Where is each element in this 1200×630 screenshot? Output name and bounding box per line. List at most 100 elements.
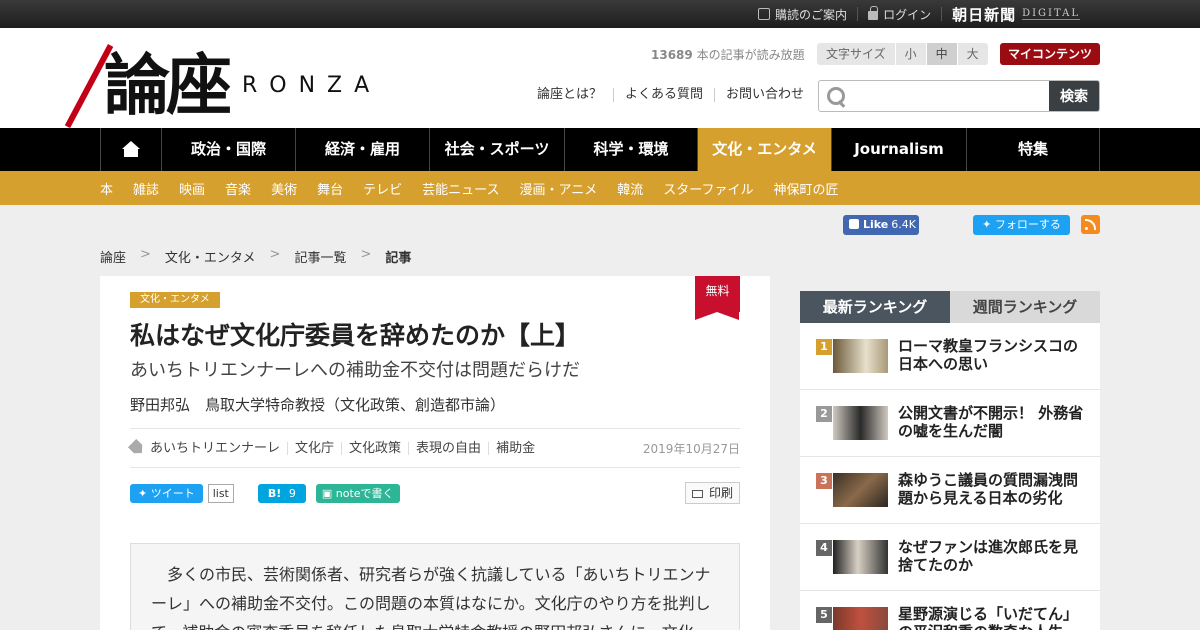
login-link[interactable]: ログイン [858,6,943,22]
tweet-count: list [207,483,234,503]
tag-item[interactable]: 表現の自由 [408,441,488,455]
twitter-follow-button[interactable]: ✦ フォローする [973,215,1070,235]
asahi-digital-logo[interactable]: 朝日新聞 DIGITAL [942,4,1080,25]
breadcrumb-separator: > [360,247,372,262]
ranking-item[interactable]: 4 なぜファンは進次郎氏を見捨てたのか [800,524,1100,591]
subnav-movies[interactable]: 映画 [179,179,205,198]
contact-link[interactable]: お問い合わせ [714,88,815,102]
breadcrumb-category[interactable]: 文化・エンタメ [165,247,256,266]
breadcrumb-article-list[interactable]: 記事一覧 [294,247,346,266]
subnav-entertainment-news[interactable]: 芸能ニュース [422,179,499,198]
nav-economy[interactable]: 経済・雇用 [295,128,429,171]
edit-icon [758,8,771,20]
printer-icon [691,490,703,498]
subnav-jimbocho[interactable]: 神保町の匠 [773,179,838,198]
logo-latin: RONZA [242,72,382,98]
nav-politics[interactable]: 政治・国際 [161,128,295,171]
subnav-manga-anime[interactable]: 漫画・アニメ [519,179,597,198]
breadcrumb-separator: > [140,247,151,262]
font-size-medium[interactable]: 中 [925,43,957,65]
rank-number: 1 [816,339,832,355]
search-box: 検索 [818,80,1100,112]
print-button[interactable]: 印刷 [684,482,740,504]
subscribe-link[interactable]: 購読のご案内 [748,7,859,22]
tag-item[interactable]: あいちトリエンナーレ [150,442,287,455]
share-row: ✦ ツイート list B! 9 ▣ noteで書く 印刷 [130,481,740,505]
ranking-thumbnail [833,607,888,630]
tag-item[interactable]: 文化庁 [287,441,341,455]
font-size-label: 文字サイズ [817,43,895,65]
top-utility-bar: 購読のご案内 ログイン 朝日新聞 DIGITAL [0,0,1200,28]
note-icon: ▣ [321,486,336,500]
site-header: 論座 RONZA 13689 本の記事が読み放題 文字サイズ 小 中 大 マイコ… [0,28,1200,129]
ranking-title: 星野源演じる「いだてん」の平沢和重の数奇な人生 [898,605,1079,630]
article-lead: 多くの市民、芸術関係者、研究者らが強く抗議している「あいちトリエンナーレ」への補… [130,543,740,630]
nav-culture[interactable]: 文化・エンタメ [697,128,831,171]
tweet-button[interactable]: ✦ ツイート [130,483,203,503]
ranking-item[interactable]: 1 ローマ教皇フランシスコの日本への思い [800,323,1100,390]
article-title: 私はなぜ文化庁委員を辞めたのか【上】 [130,321,581,350]
ronza-logo[interactable]: 論座 RONZA [64,36,382,129]
rss-icon[interactable] [1081,215,1100,234]
tab-latest-ranking[interactable]: 最新ランキング [800,291,950,323]
search-icon [819,81,849,111]
tab-weekly-ranking[interactable]: 週間ランキング [950,291,1100,323]
ranking-title: 森ゆうこ議員の質問漏洩問題から見える日本の劣化 [898,471,1079,507]
facebook-like-button[interactable]: Like 6.4K [843,215,919,235]
subnav-books[interactable]: 本 [100,179,113,198]
nav-science[interactable]: 科学・環境 [564,128,697,171]
ranking-item[interactable]: 5 星野源演じる「いだてん」の平沢和重の数奇な人生 [800,591,1100,630]
subnav-korean[interactable]: 韓流 [617,179,643,198]
ranking-title: 公開文書が不開示！ 外務省の嘘を生んだ闇 [898,404,1084,440]
rank-number: 2 [816,406,832,422]
font-size-large[interactable]: 大 [956,43,988,65]
rank-number: 4 [816,540,832,556]
ranking-item[interactable]: 3 森ゆうこ議員の質問漏洩問題から見える日本の劣化 [800,457,1100,524]
free-read-count: 13689 本の記事が読み放題 [651,48,805,62]
thumbs-up-icon [849,219,859,229]
publish-date: 2019年10月27日 [642,441,740,456]
breadcrumb-home[interactable]: 論座 [100,247,126,266]
ranking-list: 1 ローマ教皇フランシスコの日本への思い 2 公開文書が不開示！ 外務省の嘘を生… [800,323,1100,630]
hatena-count: 9 [288,486,296,500]
ranking-thumbnail [833,339,888,373]
search-input[interactable] [849,81,1049,111]
search-button[interactable]: 検索 [1049,81,1099,111]
faq-link[interactable]: よくある質問 [613,88,714,102]
subnav-stage[interactable]: 舞台 [317,179,343,198]
rank-number: 3 [816,473,832,489]
subnav-music[interactable]: 音楽 [225,179,251,198]
hatena-bookmark-button[interactable]: B! 9 [257,483,306,503]
ranking-title: ローマ教皇フランシスコの日本への思い [898,337,1079,373]
ranking-item[interactable]: 2 公開文書が不開示！ 外務省の嘘を生んだ闇 [800,390,1100,457]
ranking-tabs: 最新ランキング 週間ランキング [800,291,1100,323]
tag-item[interactable]: 補助金 [488,441,542,455]
font-size-selector: 文字サイズ 小 中 大 [817,43,988,65]
article-author[interactable]: 野田邦弘 鳥取大学特命教授（文化政策、創造都市論） [130,394,505,415]
twitter-bird-icon: ✦ [138,486,151,500]
breadcrumb-separator: > [269,247,281,262]
subnav-magazines[interactable]: 雑誌 [133,179,159,198]
nav-society[interactable]: 社会・スポーツ [429,128,564,171]
header-links: 論座とは？ よくある質問 お問い合わせ [537,88,815,102]
nav-journalism[interactable]: Journalism [831,128,966,171]
facebook-like-count: 6.4K [891,218,916,231]
category-label[interactable]: 文化・エンタメ [130,292,220,308]
nav-home[interactable] [100,128,161,171]
ranking-panel: 最新ランキング 週間ランキング 1 ローマ教皇フランシスコの日本への思い 2 公… [800,291,1100,630]
font-size-small[interactable]: 小 [894,43,926,65]
tag-item[interactable]: 文化政策 [341,441,408,455]
my-contents-button[interactable]: マイコンテンツ [1000,43,1100,65]
home-icon [122,141,140,149]
about-link[interactable]: 論座とは？ [537,88,613,102]
article-subtitle: あいちトリエンナーレへの補助金不交付は問題だらけだ [130,360,580,381]
subnav-starfile[interactable]: スターファイル [663,179,753,198]
ranking-thumbnail [833,406,888,440]
subnav-art[interactable]: 美術 [271,179,297,198]
free-badge: 無料 [695,276,740,320]
logo-kanji: 論座 [104,46,232,124]
subnav-tv[interactable]: テレビ [363,179,402,198]
twitter-bird-icon: ✦ [982,218,995,231]
note-button[interactable]: ▣ noteで書く [315,483,400,503]
nav-features[interactable]: 特集 [966,128,1100,171]
